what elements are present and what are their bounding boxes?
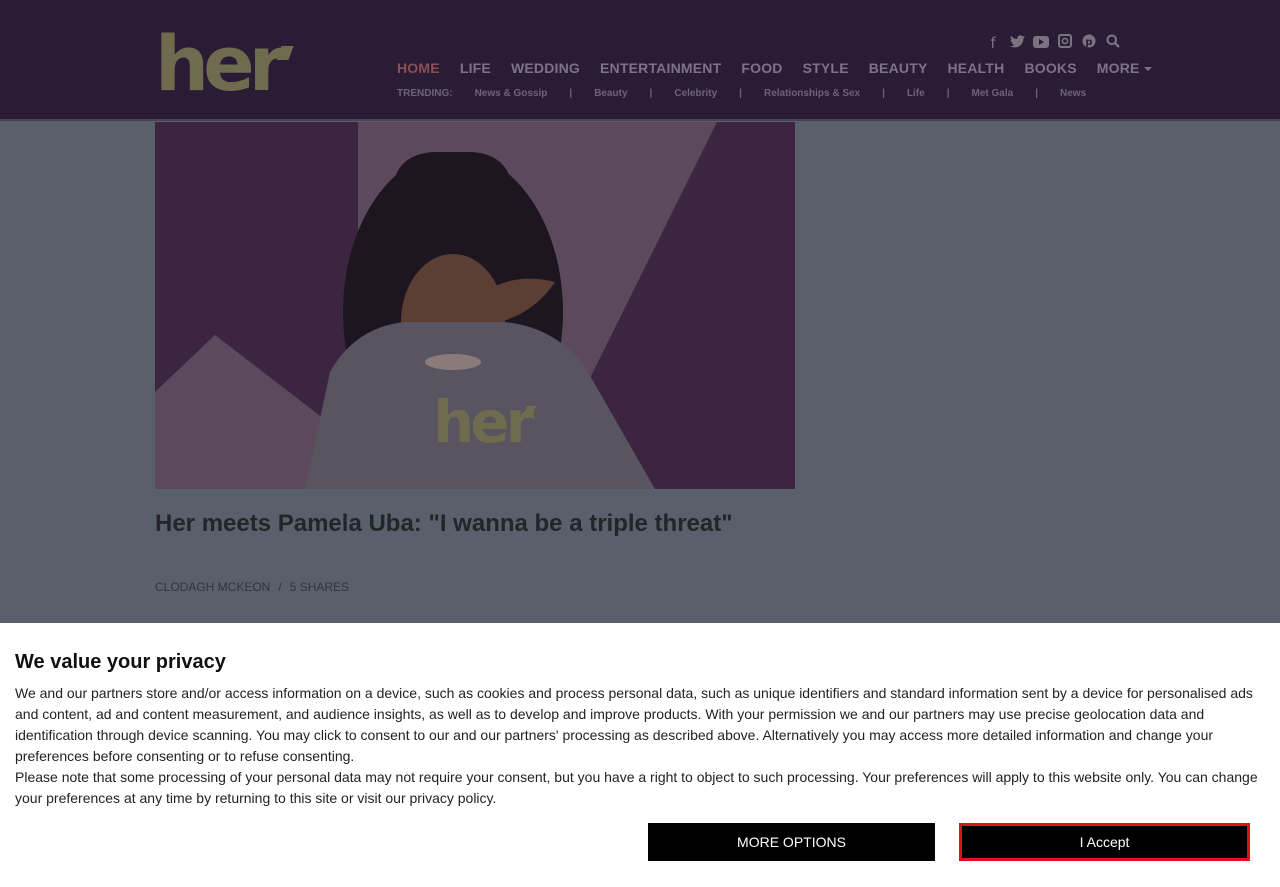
chevron-down-icon	[1143, 67, 1152, 72]
nav-item-beauty[interactable]: BEAUTY	[869, 60, 928, 76]
trending-separator: |	[569, 88, 573, 99]
byline: CLODAGH MCKEON / 5 SHARES	[155, 580, 349, 594]
nav-item-health[interactable]: HEALTH	[948, 60, 1005, 76]
hero-image[interactable]: her	[155, 122, 795, 489]
nav-item-entertainment[interactable]: ENTERTAINMENT	[600, 60, 721, 76]
trending-separator: |	[739, 88, 742, 99]
author-name[interactable]: CLODAGH MCKEON	[155, 580, 270, 594]
social-icons: f p	[985, 34, 1121, 52]
instagram-icon[interactable]	[1057, 34, 1073, 52]
youtube-icon[interactable]	[1033, 34, 1049, 52]
trending-item[interactable]: News	[1060, 88, 1086, 99]
consent-banner: We value your privacy We and our partner…	[0, 623, 1280, 887]
trending-separator: |	[882, 88, 885, 99]
pinterest-icon[interactable]: p	[1081, 34, 1097, 52]
header-divider	[0, 119, 1280, 121]
facebook-icon[interactable]: f	[985, 34, 1001, 52]
logo-text: her	[155, 19, 286, 108]
trending-item[interactable]: Celebrity	[674, 88, 717, 99]
more-options-button[interactable]: MORE OPTIONS	[648, 823, 935, 861]
trending-separator: |	[649, 88, 653, 99]
nav-item-more[interactable]: MORE	[1097, 60, 1152, 76]
accept-button[interactable]: I Accept	[959, 823, 1250, 861]
site-logo[interactable]: her	[155, 26, 294, 102]
site-header: her f p HOME LIFE WEDDING ENTERTAINMENT …	[0, 0, 1280, 120]
consent-text-secondary: Please note that some processing of your…	[15, 769, 1258, 806]
consent-text: We and our partners store and/or access …	[15, 685, 1253, 764]
nav-item-life[interactable]: LIFE	[460, 60, 491, 76]
nav-item-books[interactable]: BOOKS	[1024, 60, 1076, 76]
consent-title: We value your privacy	[15, 651, 226, 673]
nav-item-wedding[interactable]: WEDDING	[511, 60, 580, 76]
byline-separator: /	[278, 580, 282, 594]
hero-watermark-logo: her	[433, 392, 537, 452]
main-nav: HOME LIFE WEDDING ENTERTAINMENT FOOD STY…	[397, 60, 1152, 76]
article-title: Her meets Pamela Uba: "I wanna be a trip…	[155, 510, 733, 537]
nav-more-label: MORE	[1096, 60, 1140, 76]
trending-separator: |	[1035, 88, 1039, 99]
twitter-icon[interactable]	[1009, 34, 1025, 52]
trending-item[interactable]: Relationships & Sex	[764, 88, 860, 99]
nav-item-food[interactable]: FOOD	[741, 60, 782, 76]
nav-item-home[interactable]: HOME	[397, 60, 440, 76]
trending-item[interactable]: News & Gossip	[475, 88, 548, 99]
trending-item[interactable]: Beauty	[594, 88, 627, 99]
trending-item[interactable]: Life	[907, 88, 925, 99]
hero-logo-text: her	[433, 388, 534, 456]
trending-item[interactable]: Met Gala	[972, 88, 1014, 99]
trending-bar: TRENDING: News & Gossip | Beauty | Celeb…	[397, 88, 1086, 99]
trending-label: TRENDING:	[397, 88, 453, 99]
search-icon[interactable]	[1105, 34, 1121, 52]
share-count: 5 SHARES	[289, 580, 350, 594]
trending-separator: |	[946, 88, 950, 99]
svg-text:p: p	[1085, 37, 1092, 48]
nav-item-style[interactable]: STYLE	[803, 60, 849, 76]
